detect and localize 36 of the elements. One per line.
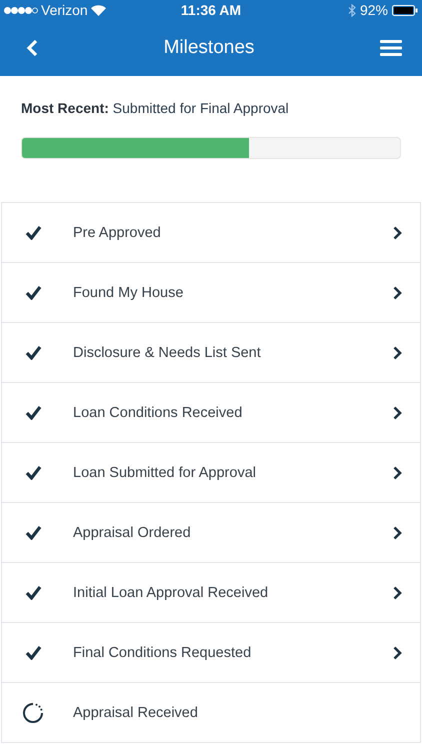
most-recent-text: Most Recent: Submitted for Final Approval [21, 100, 290, 116]
milestone-label: Final Conditions Requested [73, 644, 252, 660]
chevron-icon [393, 226, 402, 240]
back-button[interactable] [26, 39, 38, 57]
chevron-icon [393, 586, 402, 600]
milestone-label: Loan Submitted for Approval [73, 464, 257, 480]
milestone-label: Found My House [73, 284, 184, 300]
milestone-label: Pre Approved [73, 224, 162, 240]
carrier-name: Verizon [41, 2, 88, 18]
milestone-row[interactable]: Pre Approved [2, 203, 420, 263]
screen-title: Milestones [162, 37, 256, 59]
chevron-icon [393, 406, 402, 420]
bluetooth-icon [348, 4, 356, 16]
milestone-label: Appraisal Received [73, 704, 199, 720]
chevron-icon [393, 286, 402, 300]
chevron-icon [393, 466, 402, 480]
battery-icon [392, 4, 418, 16]
milestone-row[interactable]: Initial Loan Approval Received [2, 563, 420, 623]
wifi-icon [90, 4, 106, 16]
milestone-row[interactable]: Final Conditions Requested [2, 623, 420, 683]
milestone-row[interactable]: Loan Submitted for Approval [2, 443, 420, 503]
milestone-row[interactable]: Found My House [2, 263, 420, 323]
signal-icon [4, 6, 38, 14]
milestone-row[interactable]: Disclosure & Needs List Sent [2, 323, 420, 383]
battery-percentage: 92% [360, 2, 388, 18]
menu-button[interactable] [380, 40, 402, 56]
chevron-icon [393, 646, 402, 660]
clock-time: 11:36 AM [180, 2, 242, 18]
milestone-label: Loan Conditions Received [73, 404, 244, 420]
milestone-label: Disclosure & Needs List Sent [73, 344, 262, 360]
chevron-icon [393, 526, 402, 540]
chevron-icon [393, 346, 402, 360]
milestone-row[interactable]: Loan Conditions Received [2, 383, 420, 443]
milestone-label: Appraisal Ordered [73, 524, 192, 540]
milestone-label: Initial Loan Approval Received [73, 584, 270, 600]
milestone-row[interactable]: Appraisal Ordered [2, 503, 420, 563]
